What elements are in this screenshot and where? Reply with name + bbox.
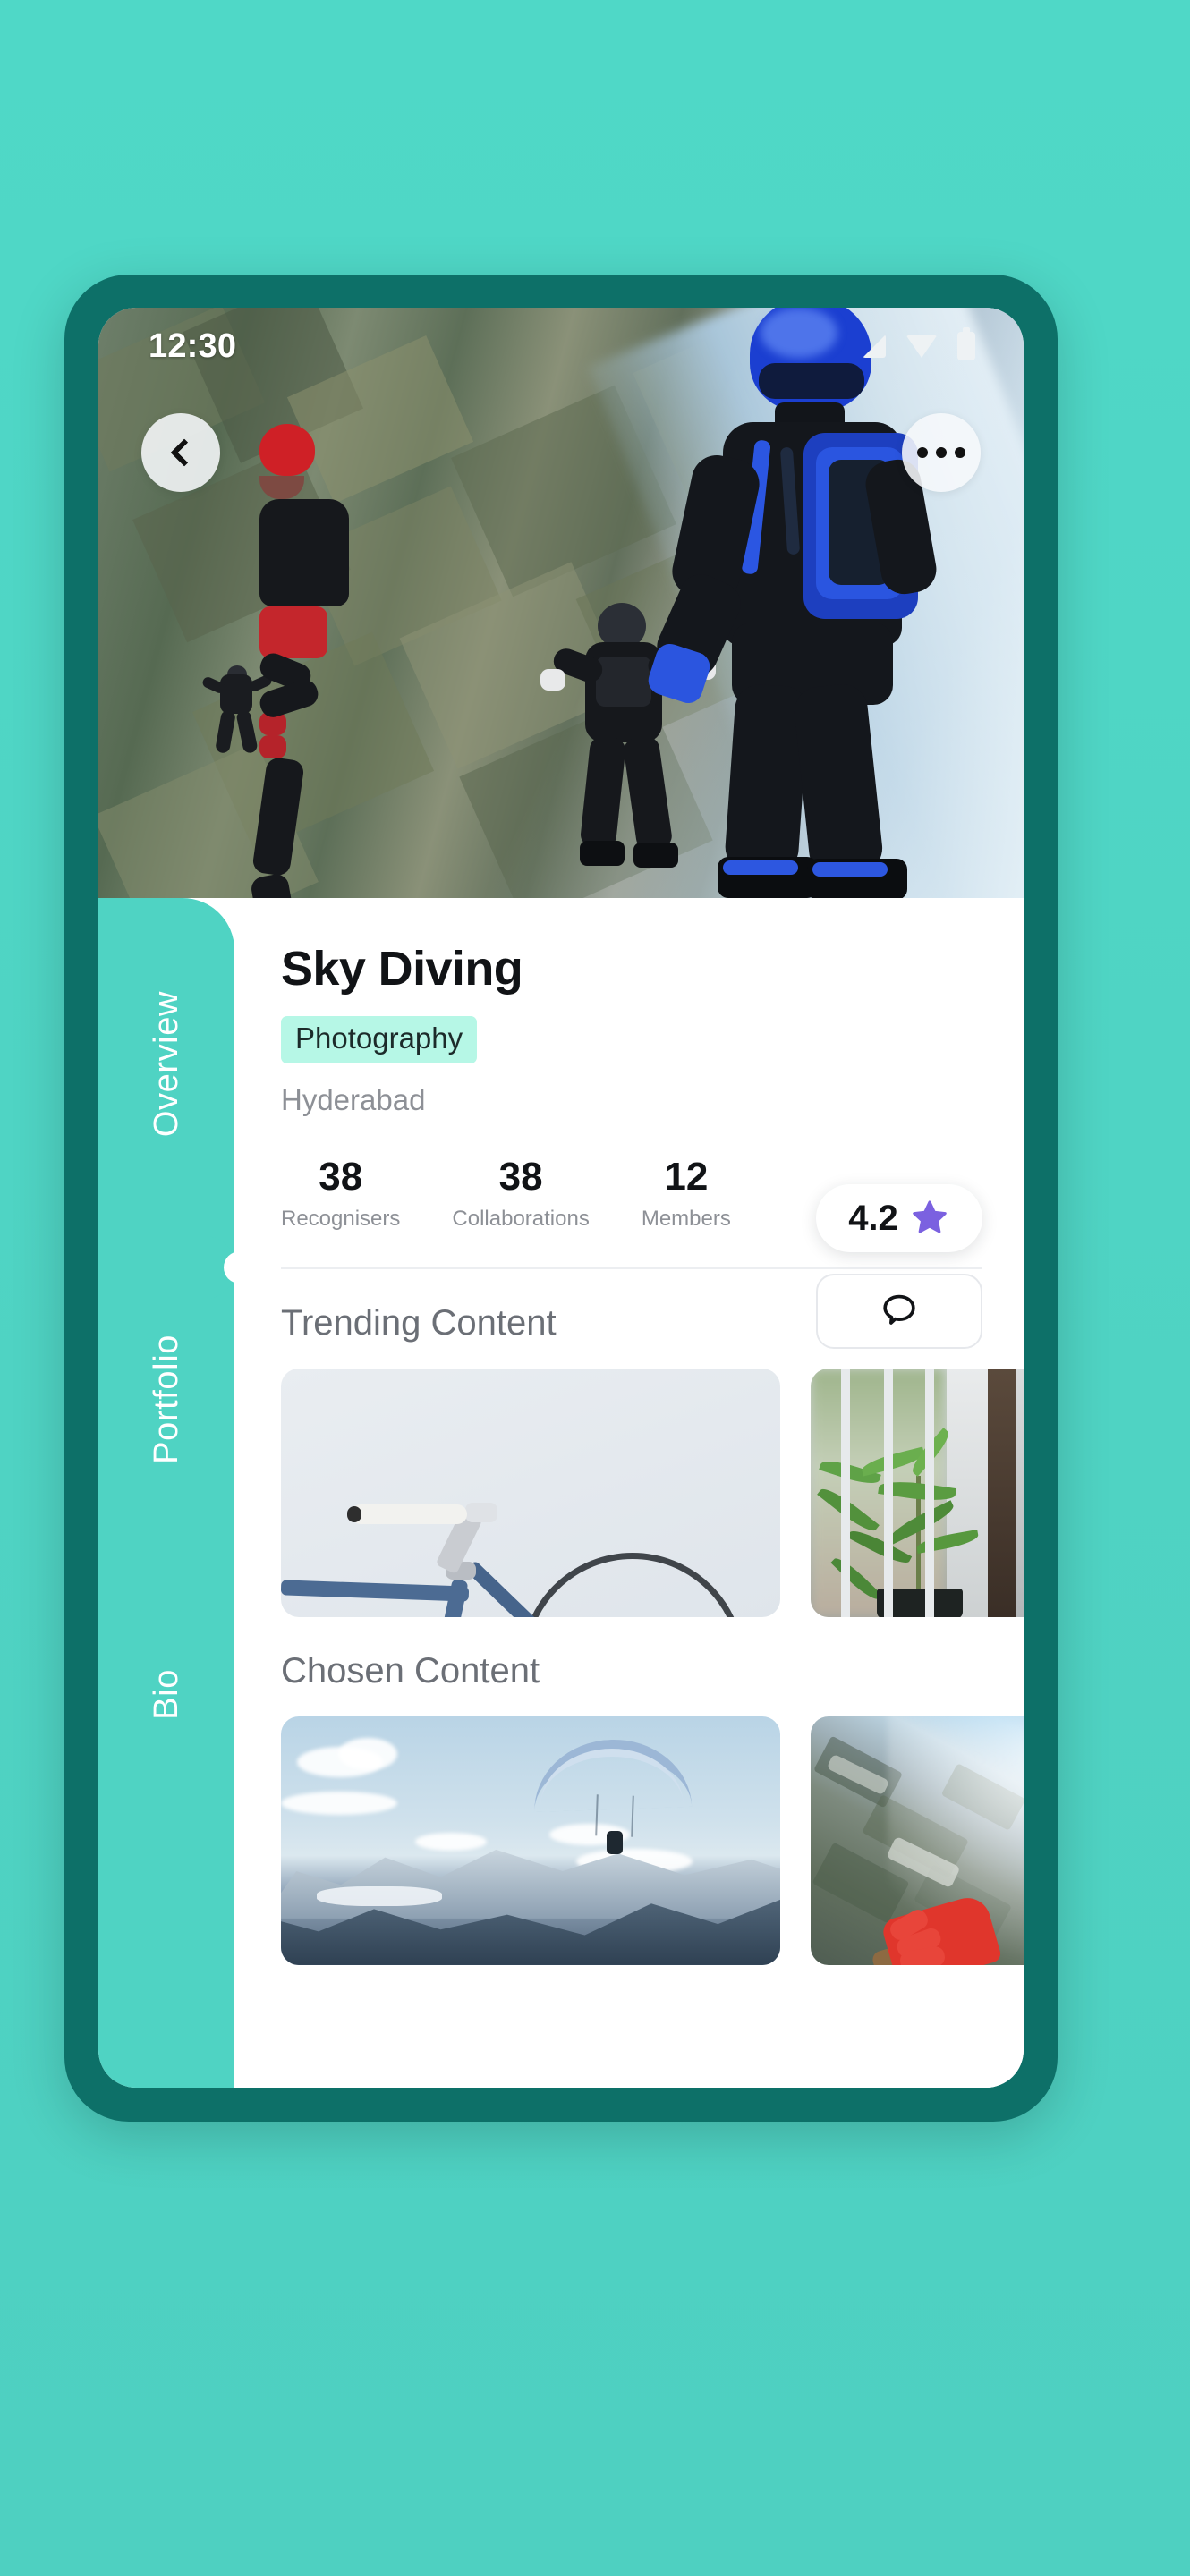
sidebar-item-label: Bio xyxy=(147,1668,185,1720)
phone-device-frame: 12:30 Overview Portfolio Bio Sky Diving … xyxy=(64,275,1058,2122)
sidebar-item-bio[interactable]: Bio xyxy=(98,1614,234,1775)
media-card-plants[interactable] xyxy=(811,1368,1024,1617)
wifi-icon xyxy=(905,335,938,358)
status-bar-time: 12:30 xyxy=(149,326,237,365)
media-card-paraglider[interactable] xyxy=(281,1716,780,1965)
skydiver-red-suit xyxy=(249,424,438,898)
category-tag: Photography xyxy=(281,1016,478,1063)
rail-active-indicator xyxy=(224,1251,256,1284)
chevron-left-icon xyxy=(170,438,199,467)
status-bar: 12:30 xyxy=(98,308,1024,385)
sidebar-item-portfolio[interactable]: Portfolio xyxy=(98,1265,234,1533)
rating-value: 4.2 xyxy=(848,1198,898,1238)
signal-icon xyxy=(863,335,886,358)
bicycle-photo xyxy=(281,1368,780,1617)
hero-image: 12:30 xyxy=(98,308,1024,898)
status-bar-icons xyxy=(863,327,975,360)
aerial-skydive-photo xyxy=(811,1716,1024,1965)
page-title: Sky Diving xyxy=(281,942,523,996)
plants-photo xyxy=(811,1368,1024,1617)
chat-button[interactable] xyxy=(816,1274,982,1349)
stat-value: 38 xyxy=(319,1154,363,1199)
content-panel: Sky Diving Photography Hyderabad 38 Reco… xyxy=(234,898,1024,2088)
section-title-chosen: Chosen Content xyxy=(281,1650,540,1690)
paraglider-photo xyxy=(281,1716,780,1965)
skydiver-blue-rig xyxy=(617,308,940,898)
media-card-bicycle[interactable] xyxy=(281,1368,780,1617)
stat-members: 12 Members xyxy=(641,1154,731,1232)
star-icon xyxy=(913,1200,947,1233)
sidebar-item-label: Overview xyxy=(147,991,185,1138)
more-horizontal-icon xyxy=(917,447,965,458)
stat-label: Collaborations xyxy=(452,1206,590,1231)
stat-label: Members xyxy=(641,1206,731,1231)
stat-label: Recognisers xyxy=(281,1206,401,1231)
back-button[interactable] xyxy=(141,413,220,492)
media-row-trending xyxy=(281,1368,1024,1617)
location-label: Hyderabad xyxy=(281,1082,426,1116)
page-backdrop: 12:30 Overview Portfolio Bio Sky Diving … xyxy=(0,0,1190,2576)
action-column: 4.2 xyxy=(816,1184,982,1349)
stat-value: 38 xyxy=(498,1154,543,1199)
sidebar-item-label: Portfolio xyxy=(147,1334,185,1464)
rating-badge[interactable]: 4.2 xyxy=(816,1184,982,1252)
stat-collaborations: 38 Collaborations xyxy=(452,1154,590,1232)
chat-bubble-icon xyxy=(883,1294,915,1325)
stat-value: 12 xyxy=(664,1154,709,1199)
battery-icon xyxy=(957,327,975,360)
sidebar-item-overview[interactable]: Overview xyxy=(98,930,234,1199)
media-row-chosen xyxy=(281,1716,1024,1965)
phone-screen: 12:30 Overview Portfolio Bio Sky Diving … xyxy=(98,308,1024,2088)
side-tab-rail: Overview Portfolio Bio xyxy=(98,898,234,2088)
stat-recognisers: 38 Recognisers xyxy=(281,1154,401,1232)
media-card-aerial[interactable] xyxy=(811,1716,1024,1965)
more-options-button[interactable] xyxy=(902,413,981,492)
